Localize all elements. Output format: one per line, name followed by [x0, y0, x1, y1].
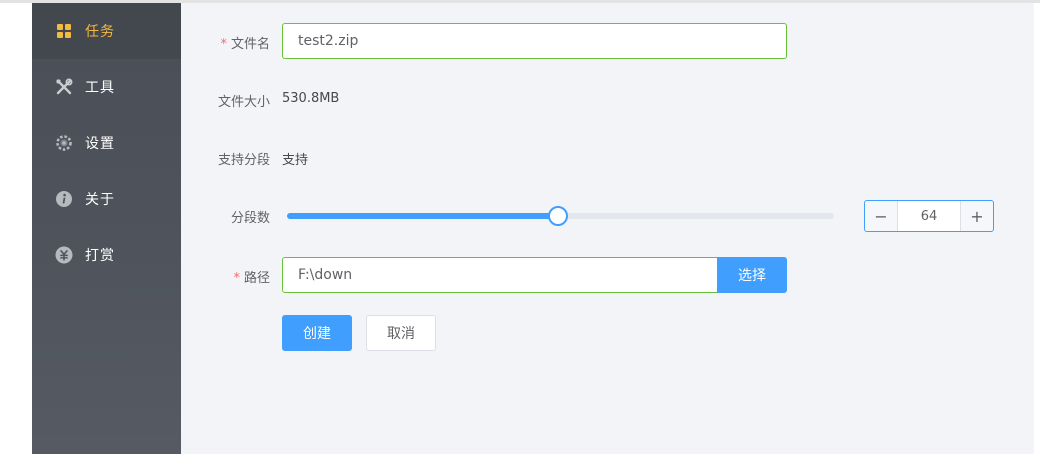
- path-label: * 路径: [233, 271, 270, 286]
- slider-handle[interactable]: [547, 206, 568, 226]
- yuan-icon: [55, 246, 73, 264]
- sidebar-item-tools[interactable]: 工具: [32, 59, 181, 115]
- sidebar-item-about[interactable]: 关于: [32, 171, 181, 227]
- sidebar-item-label: 设置: [85, 136, 115, 152]
- tools-icon: [55, 78, 73, 96]
- filesize-label: 文件大小: [217, 95, 270, 110]
- segments-value[interactable]: 64: [898, 201, 960, 231]
- right-edge: [1034, 3, 1040, 454]
- segment-support-value: 支持: [282, 153, 309, 168]
- gear-icon: [55, 134, 73, 152]
- path-value: F:\down: [298, 267, 353, 283]
- create-button[interactable]: 创建: [282, 315, 352, 351]
- sidebar-item-label: 打赏: [85, 248, 115, 264]
- info-icon: [55, 190, 73, 208]
- sidebar-item-label: 任务: [85, 24, 115, 40]
- grid-icon: [55, 22, 73, 40]
- sidebar-item-tasks[interactable]: 任务: [32, 3, 181, 59]
- segments-stepper: − 64 +: [864, 200, 994, 232]
- segments-label: 分段数: [230, 211, 270, 226]
- decrement-button[interactable]: −: [865, 201, 898, 231]
- filesize-value: 530.8MB: [282, 91, 340, 106]
- segments-slider[interactable]: [287, 206, 834, 226]
- filename-label: * 文件名: [220, 37, 270, 52]
- slider-fill: [287, 213, 558, 219]
- segment-support-label: 支持分段: [217, 153, 270, 168]
- app-window: 任务 工具 设置 关于 打赏 * 文件名 test2.zip 文件大小 530.…: [0, 0, 1040, 454]
- sidebar-item-settings[interactable]: 设置: [32, 115, 181, 171]
- choose-path-button[interactable]: 选择: [717, 257, 787, 293]
- filename-input[interactable]: test2.zip: [282, 23, 787, 59]
- cancel-button[interactable]: 取消: [366, 315, 436, 351]
- sidebar-item-label: 关于: [85, 192, 115, 208]
- required-mark: *: [233, 271, 240, 286]
- filename-value: test2.zip: [298, 33, 359, 49]
- sidebar-item-label: 工具: [85, 80, 115, 96]
- sidebar-item-donate[interactable]: 打赏: [32, 227, 181, 283]
- path-input[interactable]: F:\down: [282, 257, 719, 293]
- sidebar: 任务 工具 设置 关于 打赏: [32, 3, 181, 454]
- required-mark: *: [220, 37, 227, 52]
- increment-button[interactable]: +: [960, 201, 993, 231]
